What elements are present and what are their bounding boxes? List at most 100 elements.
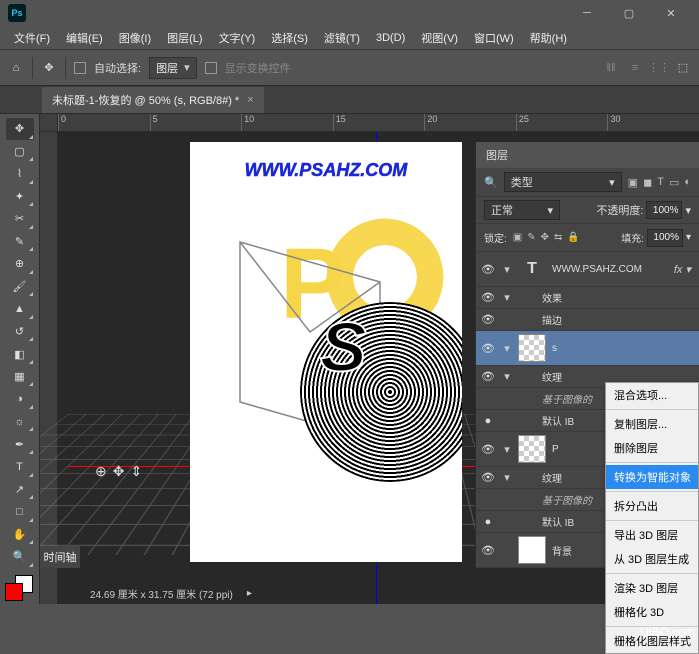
fx-badge[interactable]: fx ▾	[674, 263, 695, 276]
filter-type-icon[interactable]: ▣	[628, 176, 638, 189]
expand-icon[interactable]: ▾	[502, 342, 512, 355]
filter-type-icon[interactable]: ◼	[643, 176, 652, 189]
context-menu-item[interactable]: 从 3D 图层生成	[606, 547, 698, 571]
menu-图层[interactable]: 图层(L)	[161, 27, 208, 49]
eyedrop-tool[interactable]: ✎	[6, 231, 34, 253]
visibility-icon[interactable]: ●	[480, 415, 496, 427]
lock-icon[interactable]: ▣	[513, 232, 522, 243]
type-tool[interactable]: T	[6, 456, 34, 478]
path-tool[interactable]: ↗	[6, 479, 34, 501]
context-menu-item[interactable]: 栅格化 3D	[606, 600, 698, 624]
lock-icon[interactable]: ⇆	[554, 232, 562, 243]
transform-checkbox[interactable]	[205, 62, 217, 74]
ruler-horizontal[interactable]: 051015202530	[58, 114, 699, 132]
menu-视图[interactable]: 视图(V)	[415, 27, 464, 49]
layer-row[interactable]: 👁描边	[476, 309, 699, 331]
layer-row[interactable]: 👁▾s	[476, 331, 699, 366]
menu-文件[interactable]: 文件(F)	[8, 27, 56, 49]
wand-tool[interactable]: ✦	[6, 186, 34, 208]
expand-icon[interactable]: ▾	[502, 471, 512, 484]
visibility-icon[interactable]: 👁	[480, 471, 496, 484]
gradient-tool[interactable]: ▦	[6, 366, 34, 388]
close-button[interactable]: ✕	[651, 3, 691, 23]
move-tool[interactable]: ✥	[6, 118, 34, 140]
search-icon[interactable]: 🔍	[484, 176, 498, 189]
visibility-icon[interactable]: 👁	[480, 443, 496, 456]
menu-文字[interactable]: 文字(Y)	[213, 27, 262, 49]
document-tab[interactable]: 未标题-1-恢复的 @ 50% (s, RGB/8#) * ×	[42, 86, 264, 113]
menu-滤镜[interactable]: 滤镜(T)	[318, 27, 366, 49]
expand-icon[interactable]: ▾	[502, 263, 512, 276]
align-icon-2[interactable]: ≡	[627, 60, 643, 76]
filter-type-icon[interactable]: ◐	[684, 176, 691, 189]
visibility-icon[interactable]: ●	[480, 516, 496, 528]
timeline-panel-tab[interactable]: 时间轴	[40, 546, 80, 568]
fill-input[interactable]	[647, 229, 683, 247]
visibility-icon[interactable]: 👁	[480, 263, 496, 276]
lock-icon[interactable]: ✎	[527, 232, 535, 243]
expand-icon[interactable]: ▾	[502, 291, 512, 304]
blend-mode-dropdown[interactable]: 正常▾	[484, 200, 560, 220]
context-menu-item[interactable]: 删除图层	[606, 436, 698, 460]
align-icon[interactable]: ‖‖	[603, 60, 619, 76]
heal-tool[interactable]: ⊕	[6, 253, 34, 275]
pen-tool[interactable]: ✒	[6, 433, 34, 455]
blur-tool[interactable]: ◑	[6, 388, 34, 410]
brush-tool[interactable]: 🖌	[6, 276, 34, 298]
3d-axis-icon[interactable]: ✥	[113, 463, 125, 480]
layer-row[interactable]: 👁▾TWWW.PSAHZ.COMfx ▾	[476, 252, 699, 287]
menu-编辑[interactable]: 编辑(E)	[60, 27, 109, 49]
context-menu-item[interactable]: 复制图层...	[606, 412, 698, 436]
artboard-tool[interactable]: ▢	[6, 141, 34, 163]
lock-icon[interactable]: ✥	[541, 232, 549, 243]
auto-select-dropdown[interactable]: 图层	[149, 57, 197, 79]
menu-窗口[interactable]: 窗口(W)	[468, 27, 520, 49]
dodge-tool[interactable]: ☼	[6, 411, 34, 433]
stamp-tool[interactable]: ▲	[6, 298, 34, 320]
visibility-icon[interactable]: 👁	[480, 370, 496, 383]
lock-icon[interactable]: 🔒	[567, 232, 579, 243]
context-menu-item[interactable]: 渲染 3D 图层	[606, 576, 698, 600]
lasso-tool[interactable]: ⌇	[6, 163, 34, 185]
maximize-button[interactable]: ▢	[609, 3, 649, 23]
dist-icon[interactable]: ⋮⋮	[651, 60, 667, 76]
visibility-icon[interactable]: 👁	[480, 544, 496, 557]
visibility-icon[interactable]: 👁	[480, 291, 496, 304]
document-canvas[interactable]: WWW.PSAHZ.COM P S	[190, 142, 462, 562]
home-icon[interactable]: ⌂	[8, 60, 24, 76]
3d-axis-icon[interactable]: ⇕	[130, 463, 142, 480]
visibility-icon[interactable]: 👁	[480, 313, 496, 326]
auto-select-checkbox[interactable]	[74, 62, 86, 74]
menu-帮助[interactable]: 帮助(H)	[524, 27, 573, 49]
menu-图像[interactable]: 图像(I)	[113, 27, 157, 49]
mode-3d-icon[interactable]: ⬚	[675, 60, 691, 76]
tab-close-icon[interactable]: ×	[247, 94, 253, 106]
menu-选择[interactable]: 选择(S)	[265, 27, 314, 49]
context-menu-item[interactable]: 拆分凸出	[606, 494, 698, 518]
visibility-icon[interactable]: 👁	[480, 342, 496, 355]
foreground-color-swatch[interactable]	[5, 583, 23, 601]
menu-3d[interactable]: 3D(D)	[370, 29, 411, 47]
status-caret-icon[interactable]: ▸	[247, 588, 252, 599]
rect-tool[interactable]: □	[6, 501, 34, 523]
context-menu-item[interactable]: 混合选项...	[606, 383, 698, 407]
hand-tool[interactable]: ✋	[6, 524, 34, 546]
filter-type-icon[interactable]: T	[657, 176, 664, 189]
3d-axis-icon[interactable]: ⊕	[95, 463, 107, 480]
history-tool[interactable]: ↺	[6, 321, 34, 343]
context-menu-item[interactable]: 导出 3D 图层	[606, 523, 698, 547]
eraser-tool[interactable]: ◧	[6, 343, 34, 365]
layer-row[interactable]: 👁▾效果	[476, 287, 699, 309]
3d-axis-widgets[interactable]: ⊕ ✥ ⇕	[95, 463, 142, 480]
filter-type-dropdown[interactable]: 类型▾	[504, 172, 622, 192]
crop-tool[interactable]: ✂	[6, 208, 34, 230]
expand-icon[interactable]: ▾	[502, 443, 512, 456]
ruler-origin[interactable]	[40, 114, 58, 132]
opacity-input[interactable]	[646, 201, 682, 219]
move-icon[interactable]: ✥	[41, 60, 57, 76]
minimize-button[interactable]: ─	[567, 3, 607, 23]
zoom-tool[interactable]: 🔍	[6, 546, 34, 568]
expand-icon[interactable]: ▾	[502, 370, 512, 383]
context-menu-item[interactable]: 转换为智能对象	[606, 465, 698, 489]
filter-type-icon[interactable]: ▭	[669, 176, 679, 189]
